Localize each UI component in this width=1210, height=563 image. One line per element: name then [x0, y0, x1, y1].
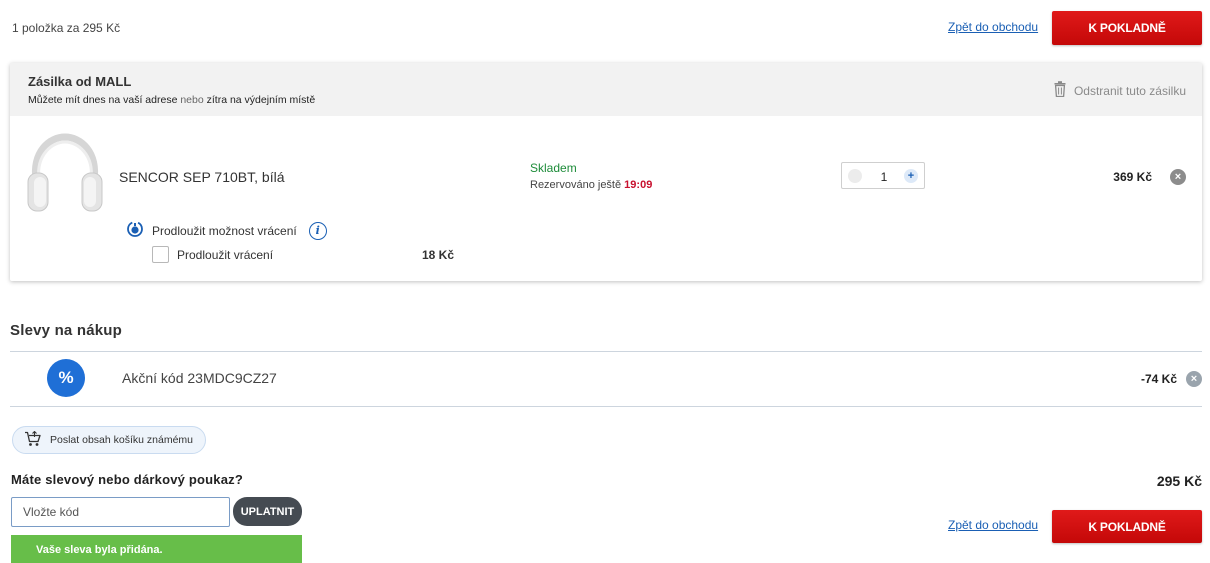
delivery-today-text: Můžete mít dnes na vaší adrese: [28, 94, 178, 106]
trash-icon: [1054, 81, 1066, 100]
return-extension-title: Prodloužit možnost vrácení: [152, 223, 297, 238]
reserved-time: 19:09: [624, 179, 653, 191]
divider: [10, 351, 1202, 352]
discounts-title: Slevy na nákup: [10, 322, 123, 339]
product-price: 369 Kč: [1113, 170, 1152, 184]
cart-total: 295 Kč: [1156, 473, 1202, 489]
shipment-header: Zásilka od MALL Můžete mít dnes na vaší …: [10, 63, 1202, 116]
extend-return-checkbox[interactable]: [152, 246, 169, 263]
back-to-shop-link-bottom[interactable]: Zpět do obchodu: [948, 518, 1038, 532]
product-name[interactable]: SENCOR SEP 710BT, bílá: [119, 169, 284, 185]
checkout-button-top[interactable]: K POKLADNĚ: [1052, 11, 1202, 45]
headphones-image[interactable]: [26, 133, 104, 215]
cart-share-icon: [24, 430, 42, 450]
remove-discount-icon[interactable]: ×: [1186, 371, 1202, 387]
voucher-code-input[interactable]: [11, 497, 230, 527]
stock-status: Skladem: [530, 161, 577, 175]
remove-shipment-label: Odstranit tuto zásilku: [1073, 83, 1186, 98]
plus-icon[interactable]: +: [904, 169, 918, 183]
extend-return-label[interactable]: Prodloužit vrácení: [177, 248, 273, 262]
extend-return-price: 18 Kč: [422, 248, 455, 262]
return-extension-icon: [126, 220, 144, 241]
checkout-button-bottom[interactable]: K POKLADNĚ: [1052, 510, 1202, 543]
delivery-or-text: nebo: [180, 94, 204, 106]
shipment-title: Zásilka od MALL: [28, 74, 132, 89]
apply-voucher-button[interactable]: UPLATNIT: [233, 497, 302, 526]
info-icon[interactable]: i: [308, 221, 327, 240]
cart-summary: 1 položka za 295 Kč: [12, 21, 121, 35]
discount-amount: -74 Kč: [1140, 372, 1177, 386]
return-extension-row: Prodloužit možnost vrácení i: [126, 220, 327, 241]
quantity-stepper[interactable]: 1 +: [841, 162, 925, 189]
remove-item-icon[interactable]: ×: [1170, 169, 1186, 185]
discount-code-label: Akční kód 23MDC9CZ27: [122, 370, 277, 386]
share-cart-label: Poslat obsah košíku známému: [50, 434, 193, 446]
back-to-shop-link-top[interactable]: Zpět do obchodu: [948, 20, 1038, 34]
delivery-tomorrow-text: zítra na výdejním místě: [206, 94, 316, 106]
percent-icon: %: [47, 359, 85, 397]
reservation-info: Rezervováno ještě 19:09: [530, 179, 652, 191]
divider: [10, 406, 1202, 407]
voucher-question: Máte slevový nebo dárkový poukaz?: [11, 472, 244, 487]
shipment-card: Zásilka od MALL Můžete mít dnes na vaší …: [10, 63, 1202, 281]
shipment-delivery-info: Můžete mít dnes na vaší adrese nebo zítr…: [28, 94, 315, 106]
remove-shipment-button[interactable]: Odstranit tuto zásilku: [1054, 81, 1186, 100]
voucher-success-message: Vaše sleva byla přidána.: [11, 535, 302, 563]
reserved-label: Rezervováno ještě: [530, 179, 622, 191]
share-cart-button[interactable]: Poslat obsah košíku známému: [12, 426, 206, 454]
